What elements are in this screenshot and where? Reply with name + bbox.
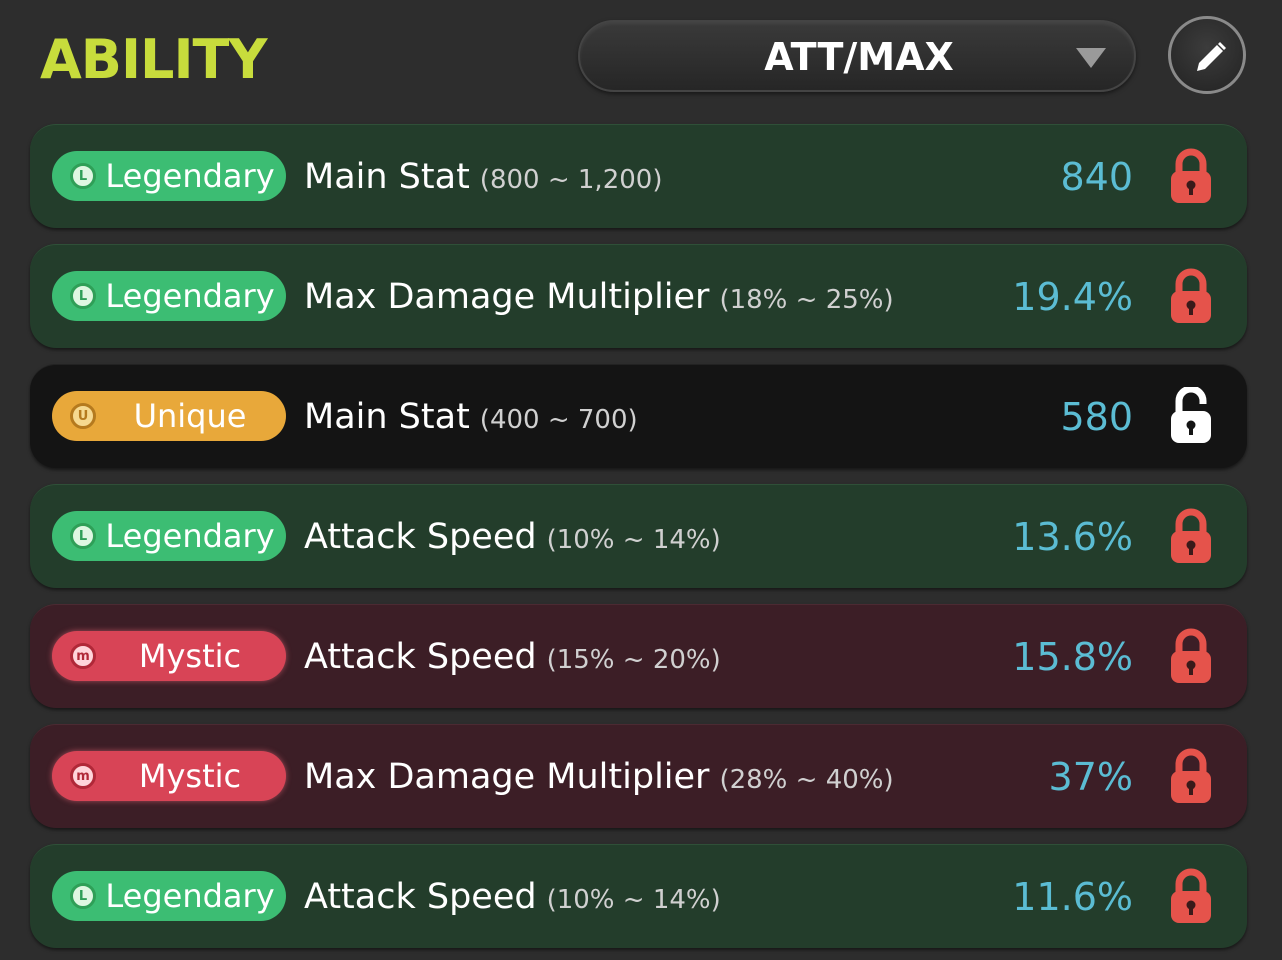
tier-label: Mystic (138, 757, 242, 795)
ability-row: L Legendary Attack Speed (10% ~ 14%) 13.6… (30, 484, 1247, 588)
stat-text: Attack Speed (15% ~ 20%) (304, 605, 721, 709)
pencil-icon (1197, 42, 1226, 71)
stat-text: Max Damage Multiplier (28% ~ 40%) (304, 725, 894, 829)
ability-row: m Mystic Max Damage Multiplier (28% ~ 40%… (30, 724, 1247, 828)
lock-closed-icon[interactable] (1168, 507, 1214, 565)
legendary-tier-icon: L (70, 163, 96, 189)
tier-label: Mystic (138, 637, 242, 675)
stat-name: Attack Speed (304, 517, 537, 557)
tier-label: Legendary (105, 157, 275, 195)
legendary-tier-icon: L (70, 523, 96, 549)
chevron-down-icon (1076, 48, 1106, 68)
stat-text: Main Stat (800 ~ 1,200) (304, 125, 662, 229)
edit-button[interactable] (1168, 16, 1246, 94)
stat-name: Main Stat (304, 157, 470, 197)
stat-text: Attack Speed (10% ~ 14%) (304, 845, 721, 949)
ability-row: U Unique Main Stat (400 ~ 700) 580 (30, 364, 1247, 468)
stat-value: 19.4% (1012, 275, 1133, 319)
stat-value: 15.8% (1012, 635, 1133, 679)
stat-value: 13.6% (1012, 515, 1133, 559)
ability-row: L Legendary Attack Speed (10% ~ 14%) 11.6… (30, 844, 1247, 948)
stat-name: Attack Speed (304, 877, 537, 917)
stat-text: Max Damage Multiplier (18% ~ 25%) (304, 245, 894, 349)
tier-badge: L Legendary (52, 271, 286, 321)
stat-range: (15% ~ 20%) (546, 645, 721, 675)
ability-header: ABILITY ATT/MAX (0, 0, 1282, 118)
ability-row: L Legendary Main Stat (800 ~ 1,200) 840 (30, 124, 1247, 228)
tier-badge: m Mystic (52, 751, 286, 801)
stat-name: Max Damage Multiplier (304, 277, 710, 317)
stat-value: 11.6% (1012, 875, 1133, 919)
stat-value: 840 (1060, 155, 1133, 199)
tier-badge: L Legendary (52, 151, 286, 201)
tier-label: Unique (133, 397, 247, 435)
stat-range: (28% ~ 40%) (719, 765, 894, 795)
stat-name: Max Damage Multiplier (304, 757, 710, 797)
tier-label: Legendary (105, 517, 275, 555)
stat-range: (400 ~ 700) (479, 405, 638, 435)
lock-closed-icon[interactable] (1168, 267, 1214, 325)
tier-badge: L Legendary (52, 871, 286, 921)
stat-range: (800 ~ 1,200) (479, 165, 663, 195)
stat-name: Main Stat (304, 397, 470, 437)
mystic-tier-icon: m (70, 643, 96, 669)
stat-text: Main Stat (400 ~ 700) (304, 365, 638, 469)
legendary-tier-icon: L (70, 883, 96, 909)
stat-range: (10% ~ 14%) (546, 525, 721, 555)
stat-range: (18% ~ 25%) (719, 285, 894, 315)
unique-tier-icon: U (70, 403, 96, 429)
lock-closed-icon[interactable] (1168, 147, 1214, 205)
stat-name: Attack Speed (304, 637, 537, 677)
lock-closed-icon[interactable] (1168, 747, 1214, 805)
ability-row: L Legendary Max Damage Multiplier (18% ~ … (30, 244, 1247, 348)
tier-label: Legendary (105, 877, 275, 915)
stat-range: (10% ~ 14%) (546, 885, 721, 915)
tier-label: Legendary (105, 277, 275, 315)
preset-dropdown-label: ATT/MAX (764, 35, 954, 79)
lock-closed-icon[interactable] (1168, 627, 1214, 685)
mystic-tier-icon: m (70, 763, 96, 789)
stat-value: 37% (1048, 755, 1133, 799)
lock-open-icon[interactable] (1168, 387, 1214, 445)
preset-dropdown[interactable]: ATT/MAX (578, 20, 1136, 92)
legendary-tier-icon: L (70, 283, 96, 309)
tier-badge: L Legendary (52, 511, 286, 561)
ability-row: m Mystic Attack Speed (15% ~ 20%) 15.8% (30, 604, 1247, 708)
stat-value: 580 (1060, 395, 1133, 439)
lock-closed-icon[interactable] (1168, 867, 1214, 925)
page-title: ABILITY (40, 28, 267, 91)
stat-text: Attack Speed (10% ~ 14%) (304, 485, 721, 589)
tier-badge: U Unique (52, 391, 286, 441)
tier-badge: m Mystic (52, 631, 286, 681)
